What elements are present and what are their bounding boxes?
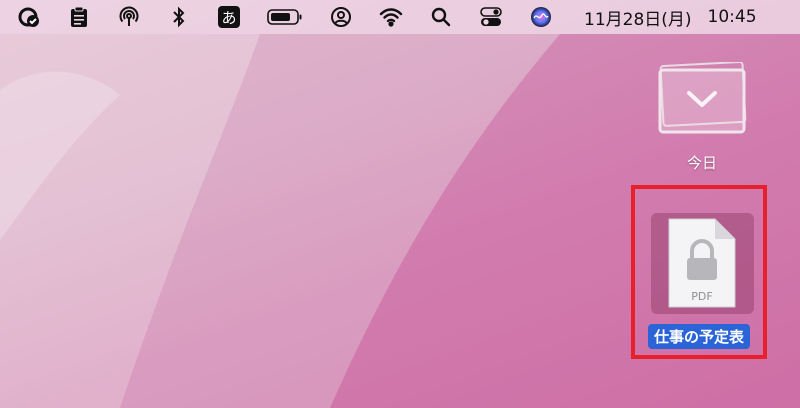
desktop-stack-today[interactable] — [656, 60, 748, 138]
spotlight-search-icon[interactable] — [428, 4, 454, 30]
menu-bar: あ 11月28日(月) 10:45 — [0, 0, 800, 34]
menubar-date[interactable]: 11月28日(月) — [584, 5, 692, 30]
stack-label: 今日 — [686, 154, 717, 172]
menubar-time[interactable]: 10:45 — [708, 7, 757, 27]
clipboard-icon[interactable] — [66, 4, 92, 30]
checkmark-badge-icon[interactable] — [16, 4, 42, 30]
stack-icon — [658, 60, 747, 134]
input-method-icon[interactable]: あ — [216, 4, 242, 30]
wifi-icon[interactable] — [378, 4, 404, 30]
battery-icon[interactable] — [266, 4, 304, 30]
control-center-icon[interactable] — [478, 4, 504, 30]
airdrop-icon[interactable] — [116, 4, 142, 30]
highlight-box — [631, 185, 767, 359]
siri-icon[interactable] — [528, 4, 554, 30]
input-method-label: あ — [218, 6, 240, 28]
bluetooth-icon[interactable] — [166, 4, 192, 30]
user-account-icon[interactable] — [328, 4, 354, 30]
